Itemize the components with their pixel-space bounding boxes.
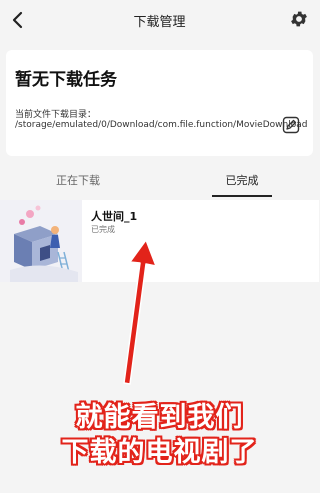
gear-icon bbox=[291, 11, 307, 27]
tab-downloading[interactable]: 正在下载 bbox=[18, 166, 138, 198]
item-status: 已完成 bbox=[91, 225, 115, 234]
app-header: 下载管理 bbox=[0, 0, 319, 40]
edit-icon bbox=[282, 116, 300, 134]
settings-button[interactable] bbox=[289, 9, 311, 31]
empty-tasks-title: 暂无下载任务 bbox=[15, 70, 117, 90]
download-status-card: 暂无下载任务 当前文件下载目录： /storage/emulated/0/Dow… bbox=[6, 50, 313, 156]
download-dir-path: /storage/emulated/0/Download/com.file.fu… bbox=[15, 120, 308, 130]
video-thumbnail bbox=[0, 200, 82, 282]
caption-line-1: 就能看到我们 bbox=[75, 402, 244, 433]
page-title: 下载管理 bbox=[133, 15, 186, 30]
download-tabs: 正在下载 已完成 bbox=[0, 166, 319, 198]
item-title: 人世间_1 bbox=[91, 210, 138, 223]
list-item[interactable]: 人世间_1 已完成 bbox=[0, 200, 319, 282]
tab-completed[interactable]: 已完成 bbox=[182, 166, 302, 198]
active-tab-indicator bbox=[212, 195, 272, 197]
edit-dir-button[interactable] bbox=[281, 115, 301, 135]
caption-line-2: 下载的电视剧了 bbox=[61, 437, 258, 468]
